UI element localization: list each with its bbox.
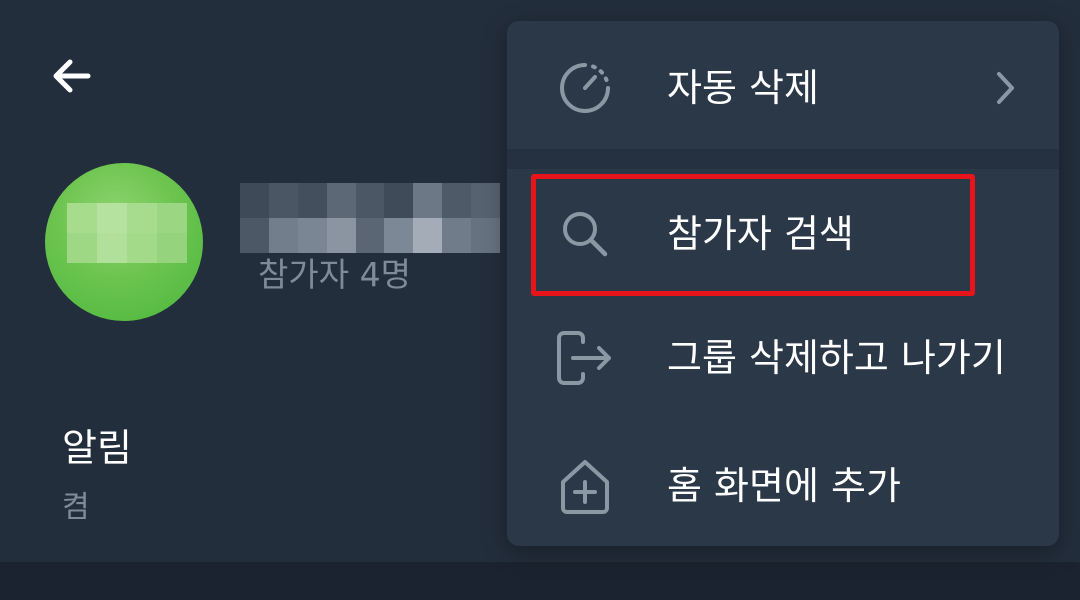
menu-item-auto-delete[interactable]: 자동 삭제 (507, 23, 1059, 153)
back-button[interactable] (40, 44, 104, 108)
add-home-icon (553, 454, 617, 518)
overflow-menu: 자동 삭제 참가자 검색 그룹 삭제하고 나가기 홈 화면에 추가 (507, 21, 1059, 546)
timer-icon (553, 56, 617, 120)
notifications-title[interactable]: 알림 (62, 420, 132, 476)
chevron-right-icon (985, 68, 1025, 108)
section-divider (0, 562, 1080, 600)
menu-item-label: 그룹 삭제하고 나가기 (667, 336, 1006, 380)
menu-divider (507, 149, 1059, 169)
menu-item-label: 홈 화면에 추가 (667, 464, 901, 508)
exit-icon (553, 326, 617, 390)
arrow-left-icon (53, 59, 91, 93)
menu-item-search-participants[interactable]: 참가자 검색 (507, 169, 1059, 299)
search-icon (553, 202, 617, 266)
avatar[interactable] (45, 163, 203, 321)
menu-item-delete-and-leave[interactable]: 그룹 삭제하고 나가기 (507, 293, 1059, 423)
notifications-value: 켬 (62, 490, 90, 525)
menu-item-add-to-home[interactable]: 홈 화면에 추가 (507, 421, 1059, 546)
group-name-blurred (240, 183, 500, 253)
menu-item-label: 자동 삭제 (667, 66, 819, 110)
menu-item-label: 참가자 검색 (667, 212, 854, 256)
member-count: 참가자 4명 (258, 255, 411, 294)
